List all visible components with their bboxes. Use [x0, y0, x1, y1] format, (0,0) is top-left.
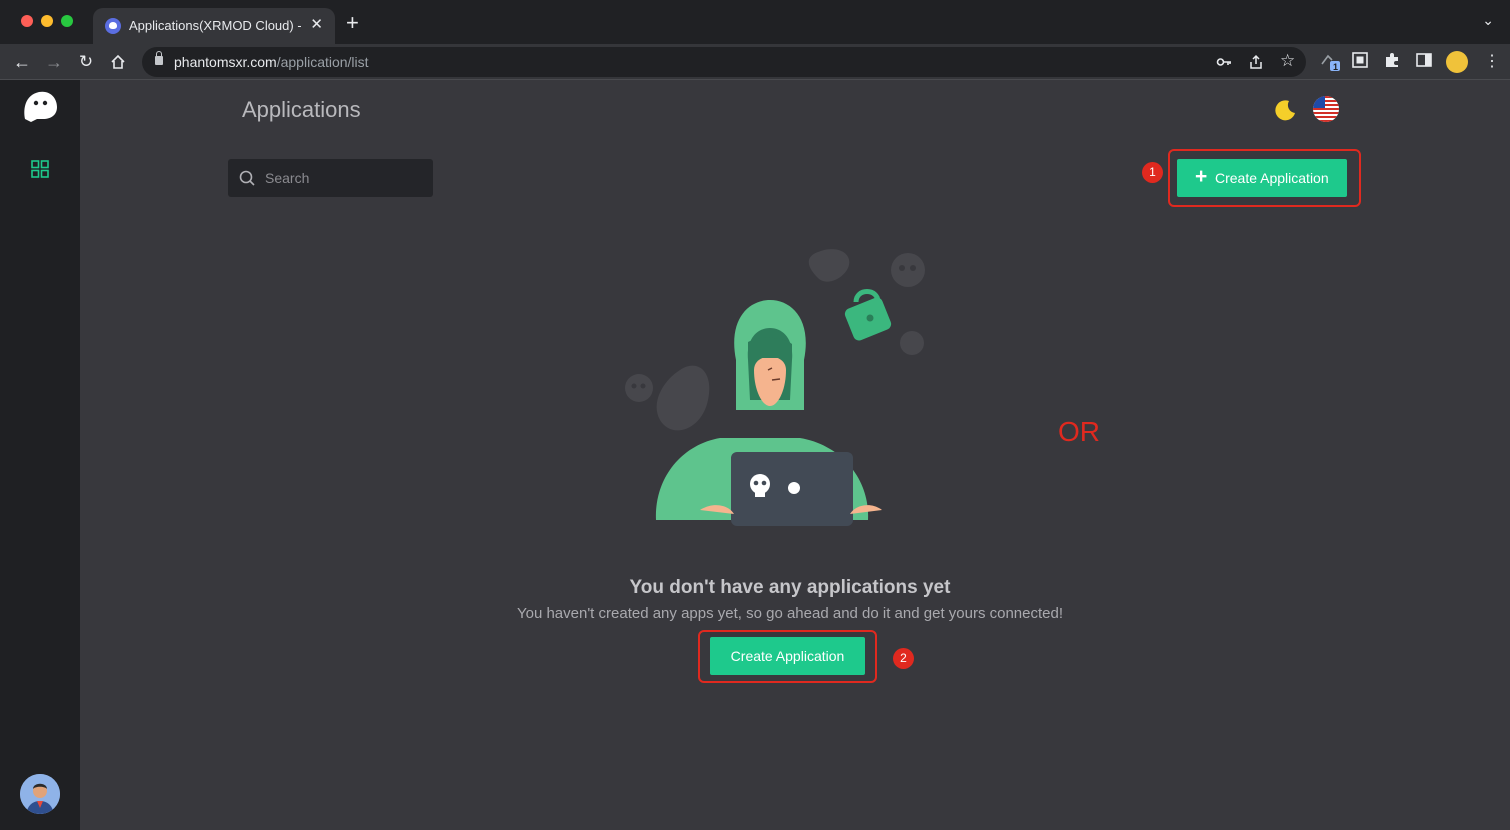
- browser-tab-bar: Applications(XRMOD Cloud) - ✕ + ⌄: [0, 0, 1510, 44]
- hacker-illustration: [625, 249, 925, 526]
- bookmark-star-icon[interactable]: ☆: [1280, 51, 1295, 71]
- extension-icon[interactable]: [1320, 52, 1342, 76]
- more-menu-icon[interactable]: ⋮: [1484, 51, 1500, 71]
- back-icon[interactable]: ←: [10, 50, 34, 74]
- page-title: Applications: [242, 97, 361, 122]
- create-application-empty-button[interactable]: Create Application: [710, 637, 865, 675]
- create-application-empty-label: Create Application: [730, 648, 845, 664]
- url-text[interactable]: phantomsxr.com/application/list: [174, 54, 369, 70]
- search-icon: [239, 170, 255, 186]
- home-icon[interactable]: [106, 50, 130, 74]
- address-bar[interactable]: phantomsxr.com/application/list ☆: [142, 47, 1306, 77]
- step-marker-2: 2: [893, 648, 914, 669]
- empty-state-title: You don't have any applications yet: [629, 577, 951, 598]
- profile-avatar-icon[interactable]: [1446, 51, 1468, 73]
- key-icon[interactable]: [1216, 51, 1232, 74]
- step-marker-1: 1: [1142, 162, 1163, 183]
- new-tab-button[interactable]: +: [346, 12, 359, 34]
- browser-tab[interactable]: Applications(XRMOD Cloud) - ✕: [93, 8, 335, 44]
- close-window-button[interactable]: [21, 15, 33, 27]
- create-application-button[interactable]: + Create Application: [1177, 159, 1347, 197]
- minimize-window-button[interactable]: [41, 15, 53, 27]
- moon-icon: [1275, 100, 1295, 121]
- browser-toolbar: ← → ↻ phantomsxr.com/application/list ☆ …: [0, 44, 1510, 80]
- grid-icon: [31, 160, 49, 178]
- plus-icon: +: [1195, 165, 1208, 188]
- tab-title: Applications(XRMOD Cloud) -: [129, 18, 301, 33]
- share-icon[interactable]: [1248, 51, 1264, 74]
- tab-close-icon[interactable]: ✕: [310, 16, 323, 34]
- side-panel-icon[interactable]: [1416, 52, 1432, 72]
- puzzle-icon[interactable]: [1384, 52, 1400, 72]
- url-host: phantomsxr.com: [174, 54, 277, 70]
- extension-badge: 1: [1333, 62, 1339, 72]
- forward-icon[interactable]: →: [42, 50, 66, 74]
- main-content: Applications 1 + Create Application OR: [80, 80, 1510, 830]
- sidebar-item-applications[interactable]: [31, 160, 49, 178]
- favicon-icon: [105, 18, 121, 34]
- user-avatar[interactable]: [20, 774, 60, 814]
- search-box: [228, 159, 433, 197]
- empty-state-subtitle: You haven't created any apps yet, so go …: [516, 605, 1064, 622]
- search-input[interactable]: [265, 159, 425, 197]
- dark-mode-toggle[interactable]: [1273, 98, 1297, 122]
- create-application-label: Create Application: [1215, 170, 1329, 186]
- maximize-window-button[interactable]: [61, 15, 73, 27]
- language-selector[interactable]: [1313, 96, 1339, 122]
- url-path: /application/list: [276, 54, 369, 70]
- us-flag-icon: [1313, 96, 1339, 122]
- chevron-down-icon[interactable]: ⌄: [1482, 12, 1494, 29]
- reload-icon[interactable]: ↻: [74, 50, 98, 74]
- logo[interactable]: [21, 89, 59, 123]
- lock-icon[interactable]: [155, 51, 163, 65]
- screen-capture-icon[interactable]: [1352, 52, 1368, 72]
- sidebar: [0, 80, 80, 830]
- or-annotation: OR: [1058, 416, 1100, 447]
